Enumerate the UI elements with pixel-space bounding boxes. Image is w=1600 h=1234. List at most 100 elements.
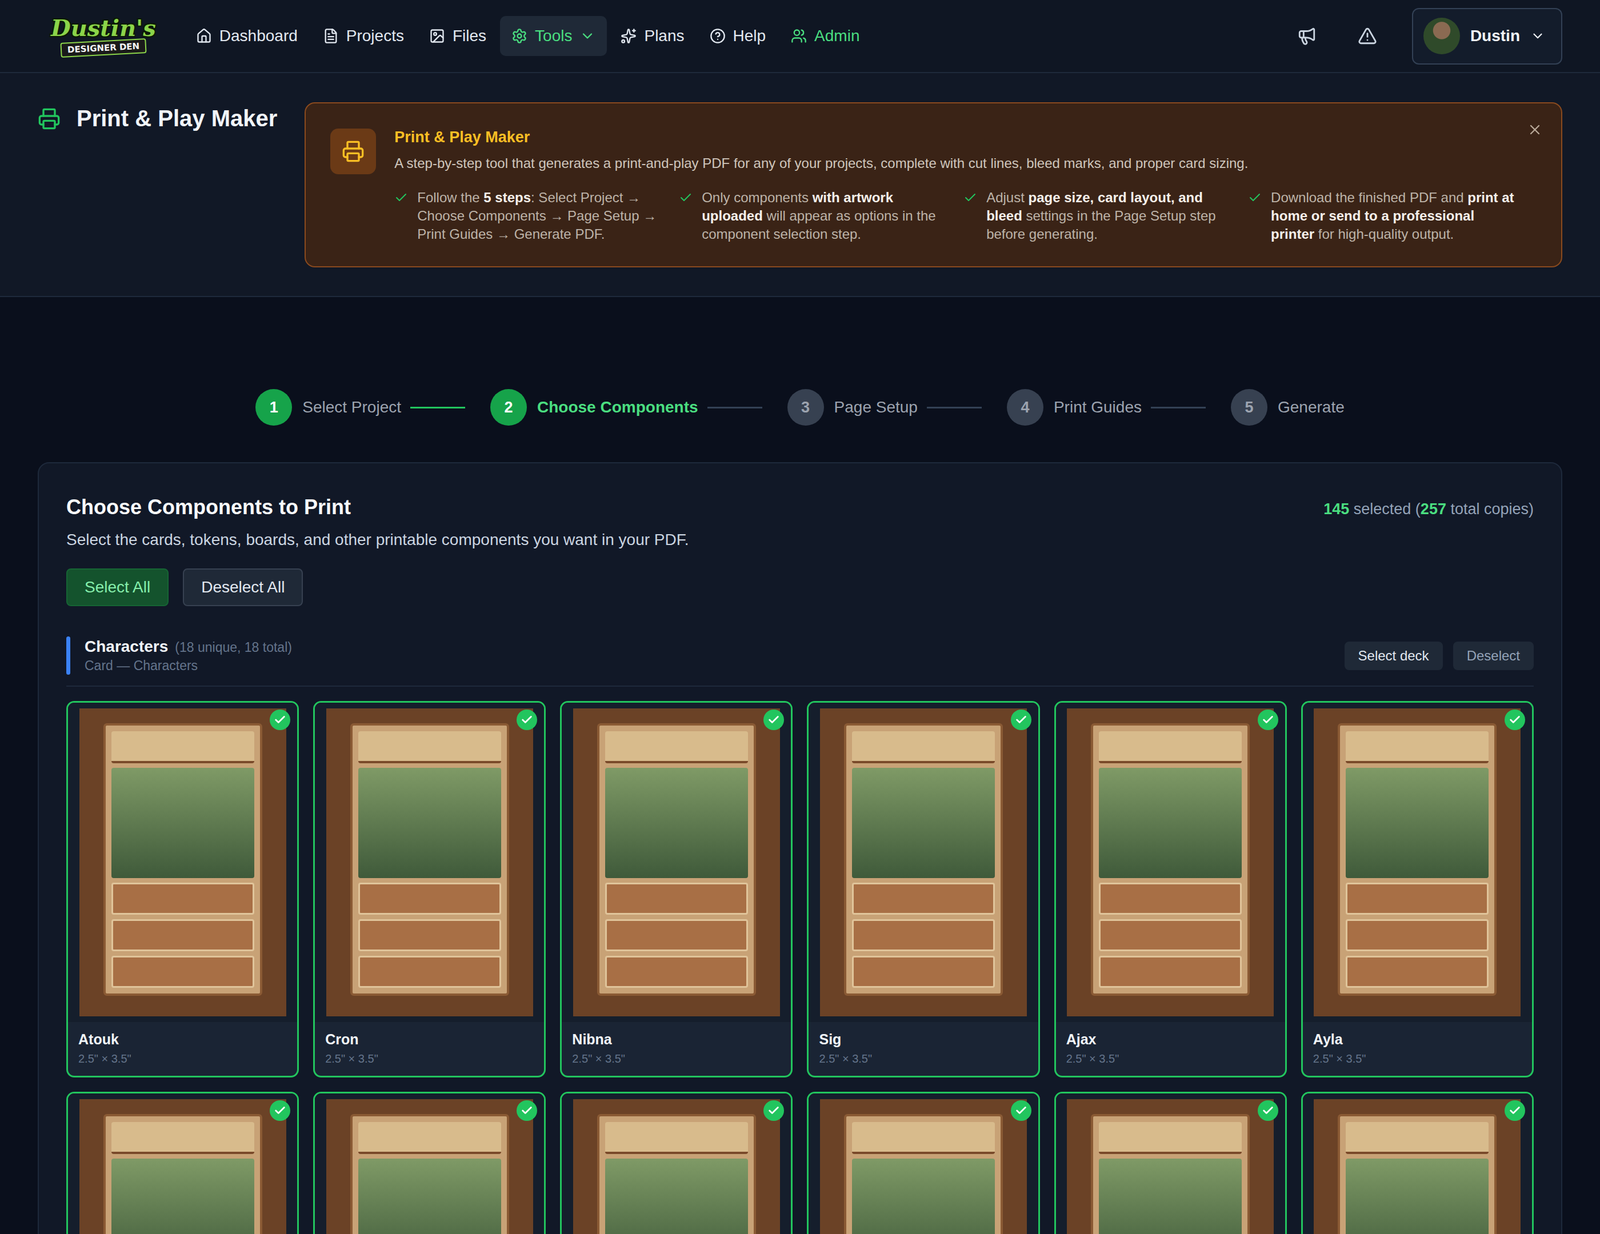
selection-button[interactable]: Select All [66,568,169,607]
step[interactable]: 4Print Guides [1006,389,1142,426]
step-label: Choose Components [537,398,699,417]
printer-icon [37,107,61,131]
card-name: Ajax [1066,1031,1275,1048]
card-artwork [79,1099,287,1234]
component-card[interactable]: Atouk2.5" × 3.5" [66,701,299,1078]
info-description: A step-by-step tool that generates a pri… [394,154,1516,173]
component-card[interactable] [313,1092,546,1234]
card-image-well [1056,702,1286,1023]
check-icon [520,1104,534,1118]
step-number: 1 [255,389,292,426]
check-icon [1508,713,1522,727]
step-label: Page Setup [834,398,918,417]
info-bullets: Follow the 5 steps: Select Project → Cho… [394,188,1516,244]
alert-triangle-icon [1357,26,1378,46]
card-name: Nibna [572,1031,781,1048]
component-card[interactable] [66,1092,299,1234]
card-image-well [561,1093,791,1234]
close-icon [1526,121,1543,138]
component-card[interactable]: Ayla 2.5" × 3.5" [1301,701,1534,1078]
selection-button[interactable]: Deselect All [182,568,303,607]
page-header: Print & Play MakerPrint & Play MakerA st… [0,73,1600,298]
component-card[interactable]: Cron2.5" × 3.5" [313,701,546,1078]
user-name: Dustin [1470,26,1520,46]
selected-badge [1504,709,1526,731]
step[interactable]: 5Generate [1230,389,1345,426]
selected-badge [269,1100,291,1122]
component-card[interactable] [1054,1092,1287,1234]
card-artwork [1313,1099,1521,1234]
component-card[interactable] [1301,1092,1534,1234]
card-image-well [561,702,791,1023]
nav-item[interactable]: Plans [609,16,696,56]
step[interactable]: 2Choose Components [490,389,699,426]
component-card[interactable]: Sig2.5" × 3.5" [806,701,1040,1078]
selected-badge [1010,1100,1032,1122]
card-artwork [326,708,534,1017]
nav-item[interactable]: Files [417,16,498,56]
selection-count: 145 selected (257 total copies) [1323,500,1534,519]
card-artwork [820,708,1027,1017]
selection-buttons: Select All Deselect All [66,568,1534,607]
step[interactable]: 3 Page Setup [787,389,918,426]
component-card[interactable]: Nibna 2.5" × 3.5" [560,701,793,1078]
check-icon [520,713,534,727]
info-bullet: Download the finished PDF and print at h… [1248,188,1516,244]
logo-banner: DESIGNER DEN [60,38,147,58]
panel-header: Choose Components to Print145 selected (… [66,495,1534,520]
card-image-well [808,702,1038,1023]
nav-item[interactable]: Dashboard [184,16,310,56]
nav-item[interactable]: Tools [500,16,607,56]
info-body: Print & Play MakerA step-by-step tool th… [394,128,1516,244]
component-card[interactable]: Ajax2.5" × 3.5" [1054,701,1287,1078]
megaphone-icon [1297,26,1317,46]
section-action-button[interactable]: Select deck [1344,641,1443,671]
component-card[interactable] [560,1092,793,1234]
check-icon [1508,1104,1522,1118]
nav-label: Admin [814,26,860,46]
card-size: 2.5" × 3.5" [1313,1052,1522,1066]
nav-label: Dashboard [219,26,298,46]
selected-badge [1504,1100,1526,1122]
announcements-button[interactable] [1290,20,1323,52]
nav-label: Help [733,26,767,46]
close-button[interactable] [1523,118,1547,142]
step[interactable]: 1Select Project [255,389,402,426]
card-image-well [68,702,298,1023]
avatar [1423,17,1460,55]
card-name: Ayla [1313,1031,1522,1048]
help-icon [709,28,726,44]
card-label: Sig2.5" × 3.5" [808,1022,1038,1076]
check-icon [963,190,978,205]
section-subtitle: Card — Characters [84,658,292,674]
nav-item[interactable]: Projects [311,16,416,56]
nav-label: Projects [346,26,404,46]
component-card[interactable] [806,1092,1040,1234]
user-menu-button[interactable]: Dustin [1412,8,1563,65]
info-bullet: Adjust page size, card layout, and bleed… [963,188,1231,244]
nav-item[interactable]: Admin [779,16,871,56]
check-icon [394,190,408,205]
step-number: 3 [787,389,824,426]
section-summary: (18 unique, 18 total) [174,640,292,655]
nav-item[interactable]: Help [698,16,778,56]
step-connector [926,406,982,409]
alerts-button[interactable] [1351,20,1384,52]
info-box: Print & Play MakerA step-by-step tool th… [304,102,1563,268]
selected-badge [1257,1100,1279,1122]
image-icon [429,28,446,44]
step-label: Print Guides [1053,398,1142,417]
step-number: 5 [1230,389,1268,426]
section-action-button[interactable]: Deselect [1453,641,1534,671]
section-text: Characters(18 unique, 18 total) Card — Ch… [84,637,292,674]
logo[interactable]: Dustin'sDESIGNER DEN [50,16,156,56]
chevron-down-icon [1530,28,1546,44]
info-bullet: Follow the 5 steps: Select Project → Cho… [394,188,662,244]
check-icon [1014,1104,1028,1118]
card-size: 2.5" × 3.5" [572,1052,781,1066]
section-title: Characters(18 unique, 18 total) [84,637,292,656]
card-size: 2.5" × 3.5" [325,1052,534,1066]
home-icon [196,28,212,44]
card-image-well [1302,1093,1532,1234]
page: Dustin'sDESIGNER DEN Dashboard Projects Fil… [0,0,1600,1234]
